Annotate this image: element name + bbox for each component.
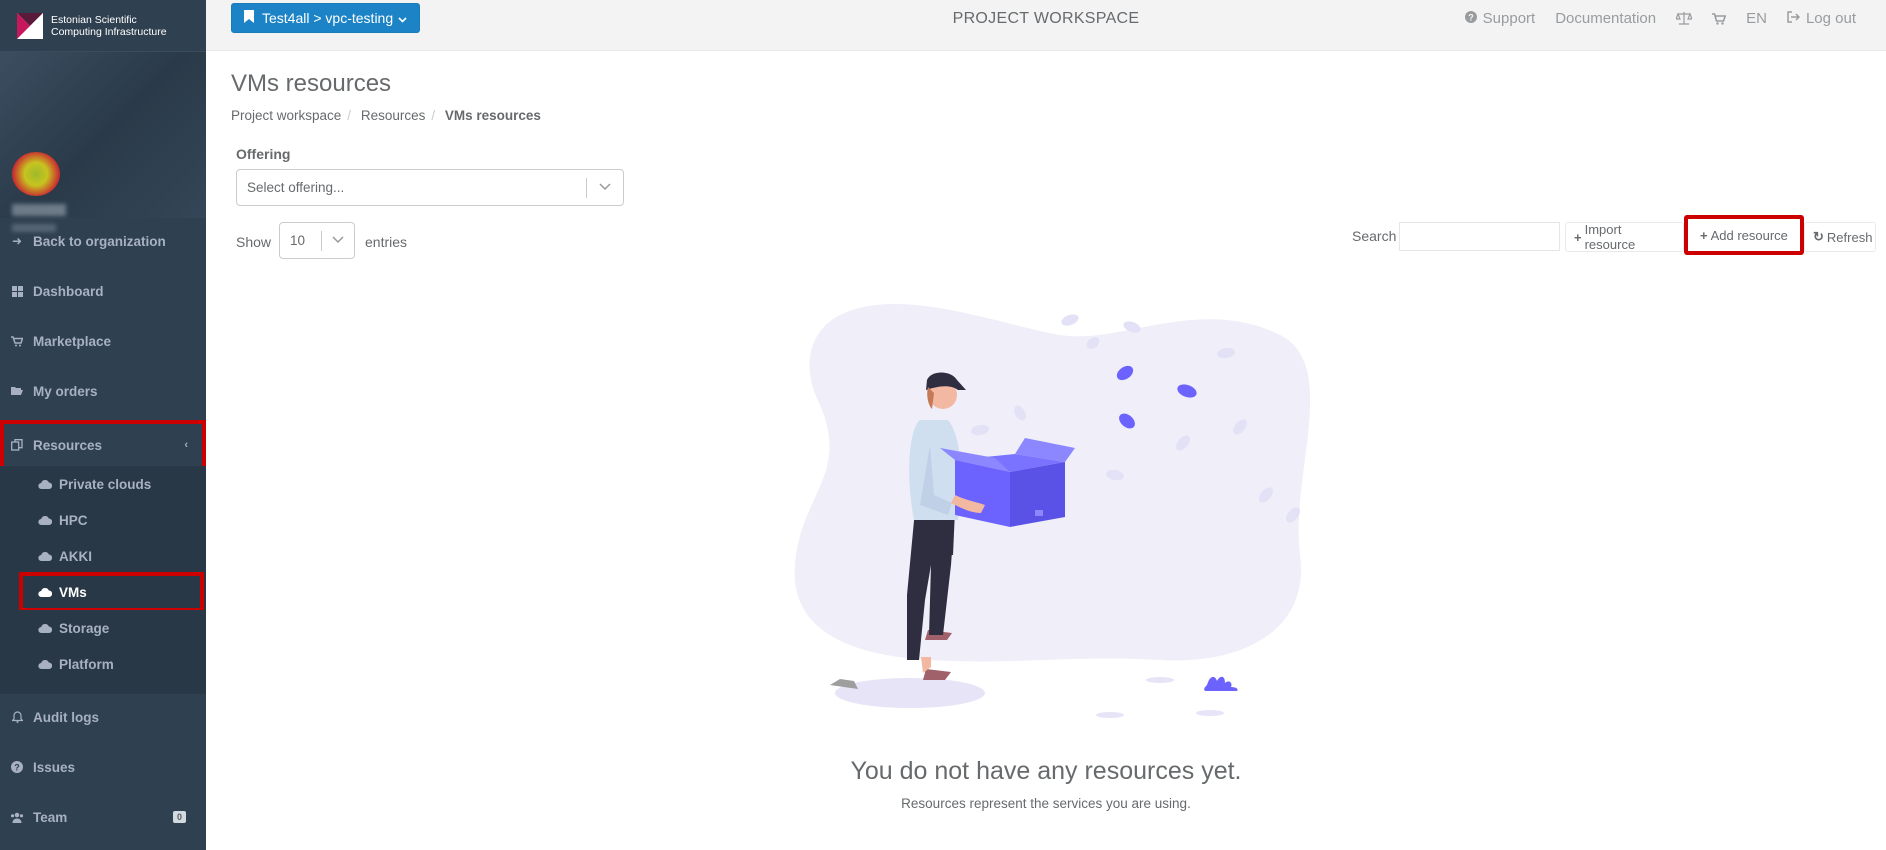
shopping-cart-icon: [10, 335, 24, 347]
brand-line2: Computing Infrastructure: [51, 25, 167, 38]
sidebar-item-storage[interactable]: Storage: [0, 610, 206, 646]
sidebar-item-platform[interactable]: Platform: [0, 646, 206, 682]
empty-state-subtitle: Resources represent the services you are…: [901, 796, 1191, 811]
top-links: ? Support Documentation EN Log out: [1445, 10, 1856, 27]
entries-label: entries: [365, 234, 408, 250]
copy-icon: [10, 439, 24, 451]
plus-icon: +: [1700, 227, 1708, 243]
th-large-icon: [10, 285, 24, 297]
balance-scale-icon[interactable]: [1676, 12, 1693, 25]
brand-line1: Estonian Scientific: [51, 13, 137, 26]
bell-icon: [10, 711, 24, 723]
folder-open-icon: [10, 386, 24, 396]
shopping-cart-icon[interactable]: [1712, 12, 1727, 25]
avatar[interactable]: [12, 152, 60, 196]
svg-text:?: ?: [14, 762, 20, 772]
bookmark-icon: [244, 10, 254, 26]
show-label: Show: [236, 234, 272, 250]
cloud-icon: [38, 515, 52, 525]
sidebar-item-private-clouds[interactable]: Private clouds: [0, 466, 206, 502]
plus-icon: +: [1574, 229, 1582, 245]
offering-placeholder: Select offering...: [247, 180, 345, 195]
sidebar-item-back-to-organization[interactable]: ➜ Back to organization: [0, 216, 206, 266]
sidebar-item-akki[interactable]: AKKI: [0, 538, 206, 574]
sidebar-item-my-orders[interactable]: My orders: [0, 366, 206, 416]
offering-label: Offering: [236, 146, 291, 162]
sidebar-item-vms[interactable]: VMs: [19, 572, 204, 612]
sidebar-item-marketplace[interactable]: Marketplace: [0, 316, 206, 366]
import-resource-button[interactable]: + Import resource: [1565, 222, 1684, 252]
sidebar-item-hpc[interactable]: HPC: [0, 502, 206, 538]
language-selector[interactable]: EN: [1746, 10, 1767, 27]
sidebar: Estonian Scientific Computing Infrastruc…: [0, 0, 206, 850]
search-input[interactable]: [1399, 222, 1560, 251]
cloud-icon: [38, 623, 52, 633]
arrow-left-icon: ➜: [11, 234, 23, 248]
cloud-icon: [38, 551, 52, 561]
sidebar-item-dashboard[interactable]: Dashboard: [0, 266, 206, 316]
cloud-icon: [38, 479, 52, 489]
cloud-icon: [38, 587, 52, 597]
breadcrumb: Project workspace / Resources / VMs resour…: [231, 108, 541, 123]
sidebar-item-team[interactable]: Team 0: [0, 792, 206, 842]
profile-name-blurred: [12, 204, 66, 216]
documentation-link[interactable]: Documentation: [1555, 10, 1656, 27]
chevron-down-icon: [598, 179, 612, 196]
page-title: VMs resources: [231, 70, 392, 97]
search-label: Search: [1352, 228, 1397, 244]
topbar: Test4all > vpc-testing PROJECT WORKSPACE…: [206, 0, 1886, 51]
logout-link[interactable]: Log out: [1787, 10, 1856, 27]
cloud-icon: [38, 659, 52, 669]
sign-out-icon: [1787, 11, 1801, 26]
breadcrumb-resources[interactable]: Resources: [361, 108, 426, 123]
empty-state-illustration: [794, 304, 1311, 718]
etais-logo-icon: [17, 12, 43, 39]
users-icon: [10, 812, 24, 823]
team-count-badge: 0: [172, 811, 186, 823]
empty-state-title: You do not have any resources yet.: [850, 757, 1242, 785]
breadcrumb-current: VMs resources: [444, 108, 541, 123]
offering-select[interactable]: Select offering...: [236, 169, 624, 206]
chevron-down-icon: [398, 10, 407, 26]
question-circle-icon: ?: [10, 761, 24, 773]
chevron-left-icon: ‹: [184, 439, 188, 451]
brand[interactable]: Estonian Scientific Computing Infrastruc…: [0, 0, 206, 52]
user-profile[interactable]: [0, 52, 206, 232]
svg-text:?: ?: [1468, 12, 1474, 22]
workspace-selector-button[interactable]: Test4all > vpc-testing: [231, 3, 421, 33]
sidebar-item-resources[interactable]: Resources ‹: [0, 420, 206, 470]
refresh-button[interactable]: ↻ Refresh: [1804, 222, 1876, 252]
chevron-down-icon: [331, 232, 345, 249]
sidebar-item-audit-logs[interactable]: Audit logs: [0, 692, 206, 742]
breadcrumb-project-workspace[interactable]: Project workspace: [231, 108, 341, 123]
page-length-value: 10: [290, 233, 306, 248]
question-circle-icon: ?: [1464, 11, 1477, 26]
refresh-icon: ↻: [1813, 229, 1824, 244]
support-link[interactable]: ? Support: [1464, 10, 1535, 27]
add-resource-button[interactable]: + Add resource: [1684, 215, 1804, 255]
page-length-select[interactable]: 10: [279, 222, 355, 259]
sidebar-item-issues[interactable]: ? Issues: [0, 742, 206, 792]
